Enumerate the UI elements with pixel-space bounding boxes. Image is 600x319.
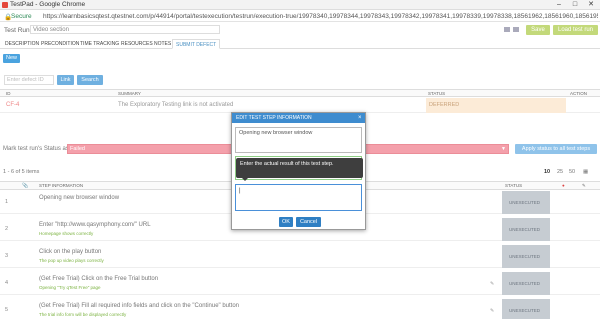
secure-label: Secure — [11, 13, 32, 20]
defect-status-text: DEFERRED — [429, 102, 460, 108]
grid-icon[interactable] — [513, 27, 519, 32]
step-expected: The pop up video plays correctly — [39, 258, 104, 263]
tab-description[interactable]: DESCRIPTION — [2, 39, 42, 49]
test-run-name-field[interactable]: Video section — [30, 25, 220, 34]
step-row[interactable]: 4 (Get Free Trial) Click on the Free Tri… — [0, 272, 600, 295]
step-number: 4 — [5, 280, 9, 286]
test-run-label: Test Run — [4, 27, 30, 34]
text-cursor: | — [239, 188, 241, 194]
defect-row[interactable]: CF-4 The Exploratory Testing link is not… — [0, 98, 600, 113]
step-status-text: UNEXECUTED — [509, 308, 541, 313]
col-summary: SUMMARY — [118, 91, 141, 96]
step-status-text: UNEXECUTED — [509, 200, 541, 205]
step-status-cell[interactable]: UNEXECUTED — [502, 272, 550, 295]
attachment-icon: 📎 — [22, 183, 29, 189]
col-step-status: STATUS — [505, 183, 523, 188]
step-status-cell[interactable]: UNEXECUTED — [502, 191, 550, 214]
actual-result-tooltip: Enter the actual result of this test ste… — [236, 158, 363, 178]
step-status-text: UNEXECUTED — [509, 281, 541, 286]
col-step-information: STEP INFORMATION — [39, 183, 84, 188]
step-status-cell[interactable]: UNEXECUTED — [502, 218, 550, 241]
step-expected: Opening "Try qTest Free" page — [39, 285, 101, 290]
edit-icon[interactable]: ✎ — [490, 281, 494, 287]
window-title: TestPad - Google Chrome — [10, 1, 86, 8]
col-id: ID — [6, 91, 11, 96]
step-description: Opening new browser window — [39, 195, 120, 201]
step-status-cell[interactable]: UNEXECUTED — [502, 245, 550, 268]
step-number: 3 — [5, 253, 9, 259]
items-count: 1 - 6 of 5 items — [3, 169, 40, 175]
defect-id-link[interactable]: CF-4 — [6, 102, 19, 108]
settings-icon[interactable]: ▦ — [583, 169, 588, 175]
minimize-icon[interactable]: – — [552, 0, 566, 9]
close-icon[interactable]: × — [358, 113, 362, 123]
wrench-icon: ✎ — [582, 183, 586, 188]
run-status-label: Mark test run's Status as — [3, 146, 69, 152]
actual-result-field[interactable]: | — [235, 184, 362, 211]
list-icon[interactable] — [504, 27, 510, 32]
edit-icon[interactable]: ✎ — [490, 308, 494, 314]
step-description: (Get Free Trial) Click on the Free Trial… — [39, 276, 159, 282]
tab-bar: DESCRIPTION PRECONDITION TIME TRACKING R… — [0, 39, 600, 49]
apply-status-button[interactable]: Apply status to all test steps — [515, 144, 597, 154]
app-icon — [2, 2, 8, 8]
step-description-field[interactable]: Opening new browser window — [235, 127, 362, 153]
page-size-50[interactable]: 50 — [569, 169, 575, 175]
modal-title: EDIT TEST STEP INFORMATION — [232, 113, 365, 123]
page-size-10[interactable]: 10 — [544, 169, 550, 175]
step-number: 5 — [5, 307, 9, 313]
step-expected: Homepage shows correctly — [39, 231, 94, 236]
maximize-icon[interactable]: □ — [568, 0, 582, 9]
defects-table-header: ID SUMMARY STATUS ACTION — [0, 89, 600, 97]
step-status-cell[interactable]: UNEXECUTED — [502, 299, 550, 319]
url-text[interactable]: https://learnbasicsqtest.qtestnet.com/p/… — [43, 13, 598, 20]
bug-icon: ● — [562, 183, 565, 188]
step-number: 1 — [5, 199, 9, 205]
run-status-value: Failed — [70, 146, 85, 152]
address-bar[interactable]: 🔒 Secure https://learnbasicsqtest.qtestn… — [0, 11, 600, 22]
ok-button[interactable]: OK — [279, 217, 293, 227]
step-row[interactable]: 5 (Get Free Trial) Fill all required inf… — [0, 299, 600, 319]
cancel-button[interactable]: Cancel — [296, 217, 321, 227]
step-number: 2 — [5, 226, 9, 232]
step-status-text: UNEXECUTED — [509, 254, 541, 259]
step-description: Click on the play button — [39, 249, 102, 255]
tab-submit-defect[interactable]: SUBMIT DEFECT — [172, 39, 221, 49]
defect-id-input[interactable]: Enter defect ID — [4, 75, 54, 85]
step-status-text: UNEXECUTED — [509, 227, 541, 232]
step-row[interactable]: 3 Click on the play button The pop up vi… — [0, 245, 600, 268]
tab-precondition[interactable]: PRECONDITION — [38, 39, 82, 49]
edit-step-modal: EDIT TEST STEP INFORMATION × Opening new… — [231, 112, 366, 230]
step-description: Enter "http://www.qasymphony.com/" URL — [39, 222, 151, 228]
step-expected: The trial info form will be displayed co… — [39, 312, 127, 317]
step-description: (Get Free Trial) Fill all required info … — [39, 303, 240, 309]
search-button[interactable]: Search — [77, 75, 103, 85]
load-next-button[interactable]: Load test run — [553, 25, 598, 35]
save-button[interactable]: Save — [526, 25, 550, 35]
tab-notes[interactable]: NOTES — [151, 39, 174, 49]
close-window-icon[interactable]: ✕ — [584, 0, 598, 9]
chevron-down-icon: ▼ — [501, 146, 506, 152]
defect-summary: The Exploratory Testing link is not acti… — [118, 102, 234, 108]
new-defect-button[interactable]: New — [3, 54, 20, 63]
col-status: STATUS — [428, 91, 446, 96]
tab-time-tracking[interactable]: TIME TRACKING — [77, 39, 122, 49]
tooltip-arrow — [242, 178, 248, 181]
defect-status-badge: DEFERRED — [426, 98, 566, 113]
page-size-25[interactable]: 25 — [557, 169, 563, 175]
link-button[interactable]: Link — [57, 75, 74, 85]
window-titlebar: TestPad - Google Chrome – □ ✕ — [0, 0, 600, 10]
col-action: ACTION — [570, 91, 588, 96]
